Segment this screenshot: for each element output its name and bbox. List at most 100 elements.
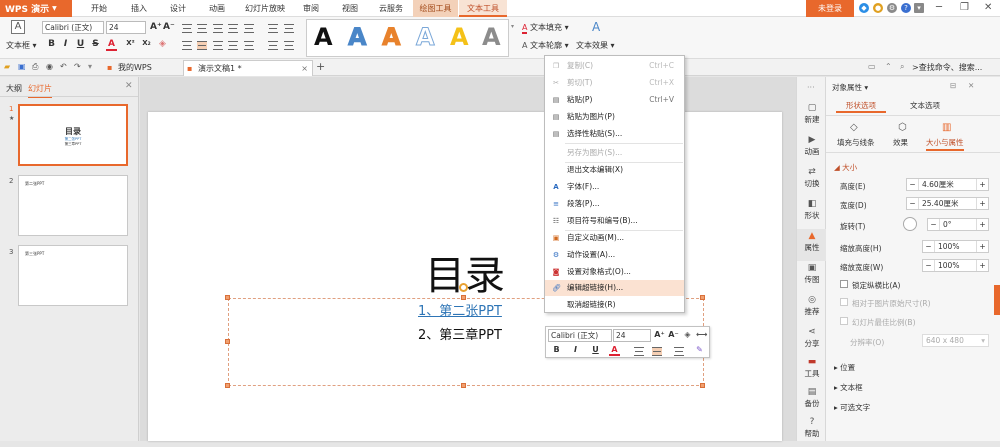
pane-title[interactable]: 对象属性 ▾	[832, 82, 868, 93]
tab-slideshow[interactable]: 幻灯片放映	[240, 0, 290, 17]
slide-thumb-3[interactable]: 第三张PPT	[18, 245, 128, 306]
menu-item-paste-special[interactable]: ▤ 选择性粘贴(S)...	[545, 126, 684, 142]
font-size-select[interactable]: 24	[106, 21, 146, 34]
slide-title[interactable]: 目录	[148, 243, 782, 301]
decrement-icon[interactable]: −	[907, 198, 919, 209]
tab-outline[interactable]: 大纲	[6, 83, 22, 94]
text-outline-button[interactable]: A 文本轮廓 ▾	[522, 40, 569, 51]
pane-new[interactable]: ▢ 新建	[797, 101, 827, 133]
increment-icon[interactable]: +	[976, 219, 988, 230]
resolution-select[interactable]: 640 x 480 ▾	[922, 334, 989, 347]
resize-handle[interactable]	[225, 383, 230, 388]
align-text-icon[interactable]	[284, 24, 294, 33]
menu-item-remove-hyperlink[interactable]: 取消超链接(R)	[545, 297, 684, 313]
menu-item-save-as-image[interactable]: 另存为图片(S)...	[545, 145, 684, 161]
increment-icon[interactable]: +	[976, 198, 988, 209]
resize-handle[interactable]	[225, 295, 230, 300]
columns-icon[interactable]	[268, 41, 278, 50]
relative-original-checkbox[interactable]	[840, 298, 848, 306]
subtab-size-props[interactable]: 大小与属性	[926, 137, 964, 151]
mini-align-center-icon[interactable]	[652, 347, 662, 356]
line-spacing-icon[interactable]	[244, 24, 254, 33]
slide-canvas[interactable]: 目录 1、第二张PPT 2、第三章PPT	[148, 112, 782, 441]
save-icon[interactable]: ▣	[18, 62, 26, 71]
position-section-toggle[interactable]: ▸ 位置	[834, 362, 855, 373]
menu-item-copy[interactable]: ❐ 复制(C) Ctrl+C	[545, 58, 684, 74]
close-icon[interactable]: ✕	[984, 2, 992, 13]
app-menu-button[interactable]: WPS 演示 ▼	[0, 0, 72, 17]
height-stepper[interactable]: −4.60厘米 +	[906, 178, 989, 191]
command-search-input[interactable]: >查找命令、搜索...	[912, 62, 982, 73]
decrement-icon[interactable]: −	[923, 260, 935, 271]
numbering-icon[interactable]	[197, 24, 207, 33]
tab-review[interactable]: 审阅	[296, 0, 326, 17]
more-icon[interactable]: ···	[807, 83, 815, 92]
alt-text-section-toggle[interactable]: ▸ 可选文字	[834, 402, 870, 413]
pin-icon[interactable]: ⌃	[885, 62, 892, 71]
resize-handle[interactable]	[461, 383, 466, 388]
char-spacing-icon[interactable]	[284, 41, 294, 50]
mini-align-right-icon[interactable]	[674, 347, 684, 356]
decrement-icon[interactable]: −	[923, 241, 935, 252]
rotate-handle-icon[interactable]	[459, 283, 468, 292]
menu-icon[interactable]: ▾	[914, 3, 924, 13]
close-panel-icon[interactable]: ✕	[125, 81, 133, 91]
mini-highlight-icon[interactable]: ✎	[694, 345, 705, 354]
text-effect-button[interactable]: 文本效果 ▾	[576, 40, 615, 51]
text-style-6[interactable]: A	[482, 23, 501, 51]
mini-format-painter-icon[interactable]: ⟷	[696, 330, 707, 339]
restore-icon[interactable]: ❐	[960, 2, 969, 13]
pane-close-icon[interactable]: ✕	[968, 81, 974, 90]
tab-drawing-tools[interactable]: 绘图工具	[413, 0, 458, 17]
menu-item-exit-text-edit[interactable]: 退出文本编辑(X)	[545, 162, 684, 178]
pane-shape[interactable]: ◧ 形状	[797, 197, 827, 229]
font-color-icon[interactable]: A	[106, 39, 117, 51]
pane-tools[interactable]: ▬ 工具	[797, 355, 827, 387]
width-stepper[interactable]: −25.40厘米 +	[906, 197, 989, 210]
preview-icon[interactable]: ◉	[46, 62, 53, 71]
skin-icon[interactable]: ◆	[859, 3, 869, 13]
login-button[interactable]: 未登录	[806, 0, 854, 17]
mini-font-color-icon[interactable]: A	[609, 345, 620, 356]
textbox-button[interactable]: 文本框 ▾	[6, 40, 37, 51]
mini-underline-icon[interactable]: U	[590, 345, 601, 354]
align-center-icon[interactable]	[197, 41, 207, 50]
font-name-select[interactable]: Calibri (正文)	[42, 21, 104, 34]
pane-recommend[interactable]: ◎ 推荐	[797, 293, 827, 325]
pane-upload-image[interactable]: ▣ 传图	[797, 261, 827, 293]
slide-link-item[interactable]: 1、第二张PPT	[418, 300, 502, 319]
text-fill-button[interactable]: A 文本填充 ▾	[522, 22, 569, 34]
menu-item-paste[interactable]: ▤ 粘贴(P) Ctrl+V	[545, 92, 684, 108]
slide-thumb-2[interactable]: 第二张PPT	[18, 175, 128, 236]
scale-width-stepper[interactable]: −100% +	[922, 259, 989, 272]
best-scale-checkbox[interactable]	[840, 317, 848, 325]
text-style-5[interactable]: A	[450, 23, 469, 51]
increment-icon[interactable]: +	[976, 179, 988, 190]
feedback-icon[interactable]: ●	[873, 3, 883, 13]
resize-handle[interactable]	[700, 295, 705, 300]
print-icon[interactable]: ⎙	[32, 62, 38, 72]
tab-presentation[interactable]: ▪ 演示文稿1 * ×	[183, 60, 313, 76]
resize-handle[interactable]	[700, 383, 705, 388]
lock-ratio-checkbox[interactable]	[840, 280, 848, 288]
clear-format-icon[interactable]: ◈	[157, 39, 168, 49]
italic-icon[interactable]: I	[60, 39, 71, 49]
bold-icon[interactable]: B	[46, 39, 57, 49]
increment-icon[interactable]: +	[976, 260, 988, 271]
bullets-icon[interactable]	[182, 24, 192, 33]
undo-icon[interactable]: ↶	[60, 62, 67, 71]
close-tab-icon[interactable]: ×	[301, 61, 308, 77]
resize-handle[interactable]	[225, 339, 230, 344]
menu-item-paste-as-image[interactable]: ▤ 粘贴为图片(P)	[545, 109, 684, 125]
tab-design[interactable]: 设计	[163, 0, 193, 17]
mini-font-select[interactable]: Calibri (正文)	[548, 329, 612, 342]
superscript-icon[interactable]: X²	[125, 39, 136, 47]
open-icon[interactable]: ▰	[4, 62, 10, 71]
tab-shape-options[interactable]: 形状选项	[836, 99, 886, 113]
help-icon[interactable]: ?	[901, 3, 911, 13]
pane-pin-icon[interactable]: ⊟	[950, 81, 956, 90]
pane-animation[interactable]: ▶ 动画	[797, 133, 827, 165]
text-style-3[interactable]: A	[382, 23, 402, 52]
pane-collapse-tab[interactable]	[994, 285, 1000, 315]
underline-icon[interactable]: U	[75, 39, 86, 49]
